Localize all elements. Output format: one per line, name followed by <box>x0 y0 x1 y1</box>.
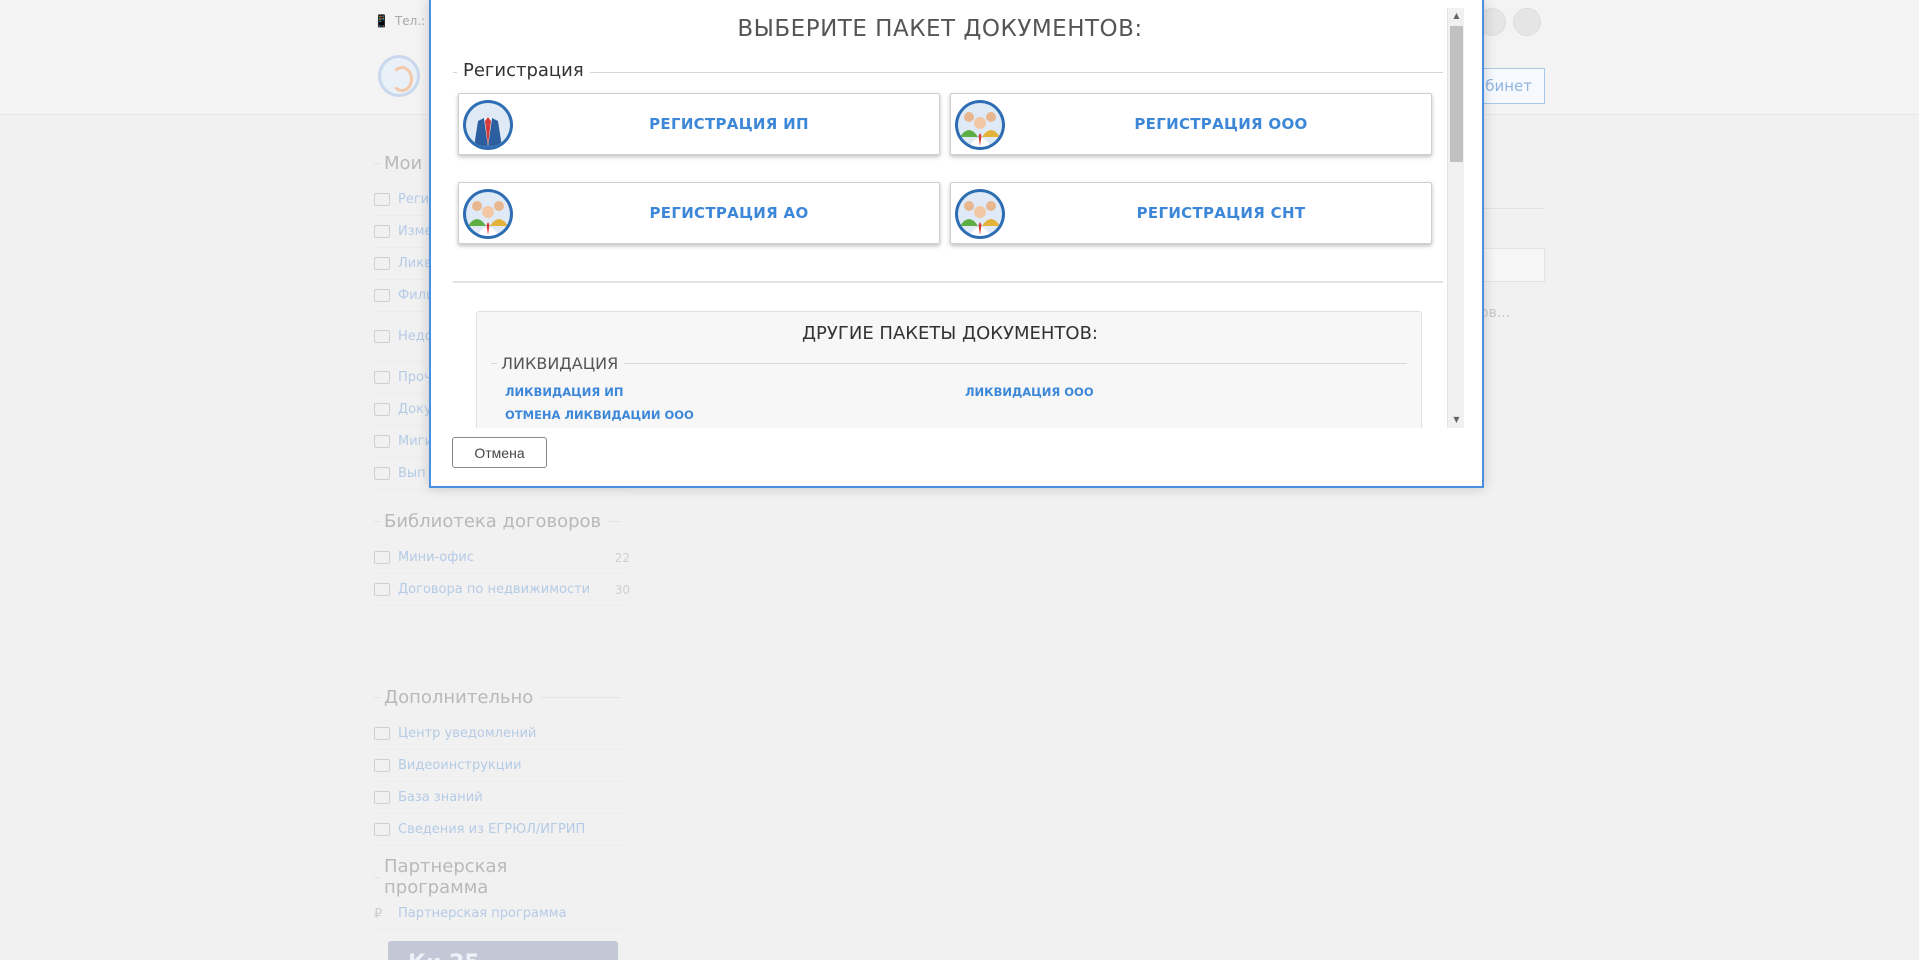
ruble-icon: ₽ <box>374 907 383 922</box>
dialog-title: ВЫБЕРИТЕ ПАКЕТ ДОКУМЕНТОВ: <box>737 16 1143 42</box>
title-line <box>609 520 620 522</box>
group-people-icon <box>955 100 1005 150</box>
title-line <box>541 696 620 698</box>
register-ao-button[interactable]: РЕГИСТРАЦИЯ АО <box>458 182 940 244</box>
settings-icon[interactable] <box>1513 8 1541 36</box>
phone-icon: 📱 <box>374 14 389 28</box>
sidebar-title-text: Партнерская программа <box>384 856 508 898</box>
sidebar-item-label: Центр уведомлений <box>398 726 537 741</box>
sidebar-item-real-estate[interactable]: Договора по недвижимости 30 <box>374 574 630 606</box>
liquidation-legend: ЛИКВИДАЦИЯ <box>497 354 625 373</box>
scroll-thumb[interactable] <box>1450 26 1463 162</box>
sidebar-section-extra: Дополнительно Центр уведомлений Видеоинс… <box>374 684 630 846</box>
users-icon <box>374 435 390 448</box>
document-icon <box>374 289 390 302</box>
single-person-icon <box>463 100 513 150</box>
sidebar-item-mini-office[interactable]: Мини-офис 22 <box>374 542 630 574</box>
sidebar-item-label: База знаний <box>398 790 483 805</box>
usb-icon <box>374 467 390 480</box>
package-dialog: ВЫБЕРИТЕ ПАКЕТ ДОКУМЕНТОВ: Регистрация Р… <box>429 0 1484 488</box>
dialog-scrollbar[interactable]: ▲ ▼ <box>1447 8 1464 428</box>
file-icon <box>374 371 390 384</box>
package-label: РЕГИСТРАЦИЯ ИП <box>649 115 809 133</box>
sidebar-item-partner[interactable]: ₽ Партнерская программа <box>374 898 630 930</box>
other-packages-panel: ДРУГИЕ ПАКЕТЫ ДОКУМЕНТОВ: ЛИКВИДАЦИЯ ЛИК… <box>476 311 1422 428</box>
fieldset-line <box>453 72 1443 73</box>
book-icon <box>374 791 390 804</box>
register-ip-button[interactable]: РЕГИСТРАЦИЯ ИП <box>458 93 940 155</box>
registration-legend: Регистрация <box>457 60 590 81</box>
sidebar-section-partner: Партнерская программа ₽ Партнерская прогр… <box>374 856 630 930</box>
package-label: РЕГИСТРАЦИЯ АО <box>649 204 809 222</box>
briefcase-icon <box>374 193 390 206</box>
sidebar-item-label: Сведения из ЕГРЮЛ/ИГРИП <box>398 822 586 837</box>
sidebar-item-knowledge[interactable]: База знаний <box>374 782 630 814</box>
register-snt-button[interactable]: РЕГИСТРАЦИЯ СНТ <box>950 182 1432 244</box>
content-text: ов... <box>1480 305 1511 321</box>
sidebar-cta-button[interactable]: Ки 25 <box>388 941 618 960</box>
sidebar-title-text: Мои <box>384 152 423 174</box>
edit-icon <box>374 225 390 238</box>
file-icon <box>374 583 390 596</box>
item-count: 22 <box>614 550 630 565</box>
package-label: РЕГИСТРАЦИЯ СНТ <box>1136 204 1306 222</box>
sidebar-item-label: Мини-офис <box>398 550 474 565</box>
scroll-up-arrow-icon[interactable]: ▲ <box>1448 8 1465 24</box>
sidebar-section-library: Библиотека договоров Мини-офис 22 Договор… <box>374 508 630 606</box>
section-divider <box>453 281 1443 283</box>
sidebar-item-label: Видеоинструкции <box>398 758 522 773</box>
register-ooo-button[interactable]: РЕГИСТРАЦИЯ ООО <box>950 93 1432 155</box>
package-label: РЕГИСТРАЦИЯ ООО <box>1134 115 1308 133</box>
site-logo[interactable] <box>378 55 420 97</box>
item-count: 30 <box>614 582 630 597</box>
sidebar-title-text: Дополнительно <box>384 686 534 708</box>
sidebar-title-library: Библиотека договоров <box>374 508 630 534</box>
sidebar-title-extra: Дополнительно <box>374 684 630 710</box>
file-icon <box>374 551 390 564</box>
sidebar-item-videos[interactable]: Видеоинструкции <box>374 750 630 782</box>
chat-icon <box>374 727 390 740</box>
sidebar-item-label: Договора по недвижимости <box>398 582 591 597</box>
film-icon <box>374 759 390 772</box>
scissors-icon <box>374 257 390 270</box>
sidebar-title-partner: Партнерская программа <box>374 856 630 898</box>
sidebar-item-egrul-info[interactable]: Сведения из ЕГРЮЛ/ИГРИП <box>374 814 630 846</box>
group-people-icon <box>955 189 1005 239</box>
sidebar-item-label: Партнерская программа <box>398 906 567 921</box>
sidebar-item-notifications[interactable]: Центр уведомлений <box>374 718 630 750</box>
other-packages-title: ДРУГИЕ ПАКЕТЫ ДОКУМЕНТОВ: <box>801 323 1098 344</box>
bomb-icon <box>374 403 390 416</box>
sidebar-title-text: Библиотека договоров <box>384 510 602 532</box>
cancel-button[interactable]: Отмена <box>452 437 547 468</box>
scroll-down-arrow-icon[interactable]: ▼ <box>1448 412 1465 428</box>
liquidation-ooo-link[interactable]: ЛИКВИДАЦИЯ ООО <box>965 385 1094 399</box>
liquidation-line <box>491 363 1407 364</box>
id-card-icon <box>374 823 390 836</box>
cancel-liquidation-ooo-link[interactable]: ОТМЕНА ЛИКВИДАЦИИ ООО <box>505 408 694 422</box>
dialog-scroll-area: ВЫБЕРИТЕ ПАКЕТ ДОКУМЕНТОВ: Регистрация Р… <box>431 0 1482 428</box>
list-icon <box>374 330 390 343</box>
group-people-icon <box>463 189 513 239</box>
liquidation-ip-link[interactable]: ЛИКВИДАЦИЯ ИП <box>505 385 624 399</box>
